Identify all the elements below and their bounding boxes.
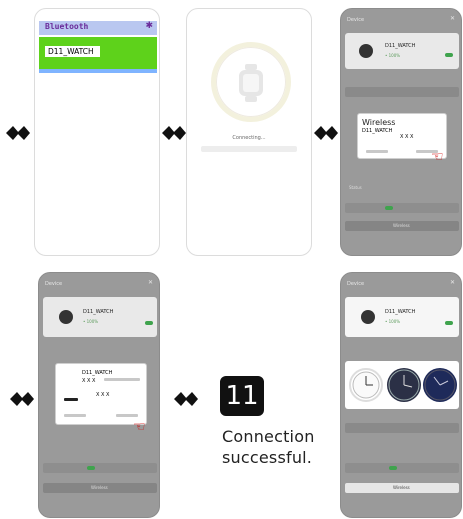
dialog-device-id: D11_WATCH <box>82 370 113 376</box>
wireless-toggle[interactable] <box>87 466 95 470</box>
bluetooth-icon: ✱ <box>145 21 153 31</box>
wireless-option-row[interactable]: Wireless <box>43 483 157 493</box>
device-card[interactable]: D11_WATCH • 100% <box>345 297 459 337</box>
pairing-dialog: D11_WATCH X X X X X X <box>55 363 147 425</box>
device-name: D11_WATCH <box>83 309 114 315</box>
close-icon[interactable]: ✕ <box>148 279 153 286</box>
code-mark <box>64 398 78 401</box>
settings-row[interactable] <box>345 87 459 97</box>
description-line-2: successful. <box>222 448 313 467</box>
connecting-status: Connecting... <box>232 135 266 141</box>
header-title: Device <box>347 281 365 287</box>
wireless-label: Wireless <box>393 223 410 228</box>
device-name: D11_WATCH <box>385 309 416 315</box>
wireless-option-row[interactable]: Wireless <box>345 483 459 493</box>
arrow-right-icon <box>314 126 340 140</box>
device-card[interactable]: D11_WATCH • 100% <box>43 297 157 337</box>
connection-toggle[interactable] <box>445 321 453 325</box>
hand-pointer-icon: ☜ <box>133 419 146 435</box>
wireless-label: Wireless <box>393 485 410 490</box>
wireless-toggle[interactable] <box>389 466 397 470</box>
wireless-label: Wireless <box>91 485 108 490</box>
phone-screen-connected: Device ✕ D11_WATCH • 100% Wireless <box>340 272 462 518</box>
header-title: Device <box>347 17 365 23</box>
watch-icon <box>237 64 265 102</box>
header-title: Bluetooth <box>45 22 89 31</box>
wireless-row[interactable] <box>345 203 459 213</box>
watch-icon <box>59 310 73 324</box>
dialog-title: Wireless <box>362 118 396 127</box>
close-icon[interactable]: ✕ <box>450 279 455 286</box>
section-label: Status <box>349 185 362 190</box>
wireless-row[interactable] <box>345 463 459 473</box>
device-card[interactable]: D11_WATCH • 100% <box>345 33 459 69</box>
close-icon[interactable]: ✕ <box>450 15 455 22</box>
watch-icon <box>359 44 373 58</box>
arrow-right-icon <box>10 392 36 406</box>
phone-screen-pairing-dialog: Device ✕ D11_WATCH • 100% Wireless D11_W… <box>340 8 462 256</box>
watch-face-3[interactable] <box>423 368 457 402</box>
dialog-code: X X X <box>400 134 414 140</box>
step-description: Connection successful. <box>222 426 315 468</box>
arrow-right-icon <box>174 392 200 406</box>
dialog-device-id: D11_WATCH <box>362 128 393 134</box>
cancel-button[interactable] <box>64 414 86 417</box>
device-battery: • 100% <box>83 319 99 324</box>
phone-screen-pairing-confirm: Device ✕ D11_WATCH • 100% D11_WATCH X X … <box>38 272 160 518</box>
step-number-badge: 11 <box>220 376 264 416</box>
device-label: D11_WATCH <box>45 46 100 57</box>
header-title: Device <box>45 281 63 287</box>
arrow-right-icon <box>6 126 32 140</box>
wireless-option-row[interactable]: Wireless <box>345 221 459 231</box>
phone-screen-bluetooth: Bluetooth ✱ D11_WATCH <box>34 8 160 256</box>
hand-pointer-icon: ☜ <box>431 149 444 165</box>
device-battery: • 100% <box>385 53 401 58</box>
connection-toggle[interactable] <box>145 321 153 325</box>
phone-screen-connecting: Connecting... <box>186 8 312 256</box>
watch-face-carousel[interactable] <box>345 361 459 409</box>
divider <box>39 69 157 73</box>
wireless-toggle[interactable] <box>385 206 393 210</box>
device-name: D11_WATCH <box>385 43 416 49</box>
cancel-button[interactable] <box>366 150 388 153</box>
device-battery: • 100% <box>385 319 401 324</box>
watch-face-2[interactable] <box>387 368 421 402</box>
settings-row[interactable] <box>345 423 459 433</box>
code-line <box>104 378 140 381</box>
device-list-item[interactable]: D11_WATCH <box>39 37 157 69</box>
status-subline <box>201 146 297 152</box>
pair-button[interactable] <box>116 414 138 417</box>
connection-toggle[interactable] <box>445 53 453 57</box>
description-line-1: Connection <box>222 427 315 446</box>
wireless-row[interactable] <box>43 463 157 473</box>
watch-icon <box>361 310 375 324</box>
dialog-code-1: X X X <box>82 378 96 384</box>
watch-face-1[interactable] <box>349 368 383 402</box>
bluetooth-header: Bluetooth ✱ <box>39 21 157 35</box>
dialog-code-2: X X X <box>96 392 110 398</box>
arrow-right-icon <box>162 126 188 140</box>
